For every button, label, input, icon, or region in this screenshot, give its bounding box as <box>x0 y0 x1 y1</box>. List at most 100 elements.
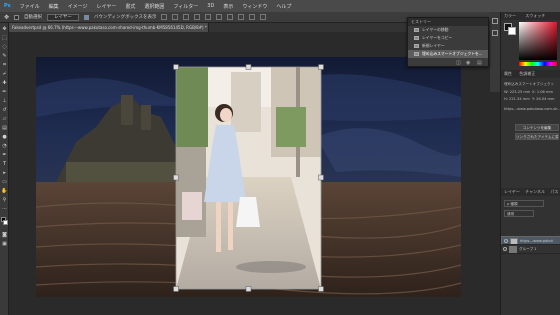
auto-select-dropdown[interactable]: レイヤー <box>47 13 79 21</box>
zoom-tool-icon[interactable]: ⚲ <box>1 196 8 203</box>
brush-tool-icon[interactable]: ✏ <box>1 88 8 95</box>
tab-paths[interactable]: パス <box>550 189 558 194</box>
tools-panel: ✥ ⬚ ◌ ✎ ⌗ ⌿ ✚ ✏ ⊥ ↺ ▱ ▤ ● ◔ ✒ T ▸ ▭ ✋ ⚲ … <box>0 23 9 315</box>
history-panel-icon[interactable] <box>492 18 498 24</box>
menu-edit[interactable]: 編集 <box>49 3 59 10</box>
menu-file[interactable]: ファイル <box>20 3 40 10</box>
align-right-icon[interactable] <box>216 14 223 20</box>
marquee-tool-icon[interactable]: ⬚ <box>1 34 8 41</box>
eye-icon[interactable] <box>504 239 508 243</box>
distribute-top-icon[interactable] <box>227 14 234 20</box>
properties-subtitle: 埋め込みスマートオブジェクト <box>504 82 555 86</box>
dodge-tool-icon[interactable]: ◔ <box>1 142 8 149</box>
tab-channels[interactable]: チャンネル <box>525 189 545 194</box>
town-wall <box>66 162 186 182</box>
type-tool-icon[interactable]: T <box>1 160 8 167</box>
menu-filter[interactable]: フィルター <box>173 3 198 10</box>
menu-bar: Ps ファイル 編集 イメージ レイヤー 書式 選択範囲 フィルター 3D 表示… <box>0 0 560 12</box>
eye-icon[interactable] <box>503 247 507 251</box>
eraser-tool-icon[interactable]: ▱ <box>1 115 8 122</box>
clone-stamp-tool-icon[interactable]: ⊥ <box>1 97 8 104</box>
ps-logo[interactable]: Ps <box>4 3 11 9</box>
crop-tool-icon[interactable]: ⌗ <box>1 61 8 68</box>
building <box>231 72 261 132</box>
width-field[interactable]: W: 223.25 mm <box>504 90 530 94</box>
trash-icon[interactable]: ▤ <box>477 60 482 66</box>
tab-adjustments[interactable]: 色調補正 <box>519 71 535 76</box>
quick-select-tool-icon[interactable]: ✎ <box>1 52 8 59</box>
menu-type[interactable]: 書式 <box>125 3 135 10</box>
linked-file-name: https---www.pakutaso.com-sh... <box>504 107 560 111</box>
menu-image[interactable]: イメージ <box>68 3 88 10</box>
document-tab[interactable]: Fakeadvertpsd @ 66.7% (https---www.pakut… <box>9 23 209 32</box>
convert-to-linked-button[interactable]: リンクされたアイテムに変換 <box>515 133 559 140</box>
menu-layer[interactable]: レイヤー <box>97 3 117 10</box>
align-middle-icon[interactable] <box>172 14 179 20</box>
girl-leg <box>216 202 221 252</box>
document-canvas[interactable] <box>36 57 461 297</box>
auto-select-checkbox[interactable] <box>14 14 20 20</box>
menu-help[interactable]: ヘルプ <box>276 3 291 10</box>
history-item[interactable]: レイヤーの移動 <box>408 26 488 34</box>
menu-window[interactable]: ウィンドウ <box>242 3 267 10</box>
placed-photo <box>176 67 321 289</box>
y-field[interactable]: Y: 26.04 mm <box>532 97 555 101</box>
layer-kind-filter[interactable]: ρ 種類 <box>504 200 544 207</box>
distribute-middle-icon[interactable] <box>238 14 245 20</box>
history-item[interactable]: レイヤーをコピー <box>408 34 488 42</box>
lasso-tool-icon[interactable]: ◌ <box>1 43 8 50</box>
eyedropper-tool-icon[interactable]: ⌿ <box>1 70 8 77</box>
hue-slider[interactable] <box>519 62 557 66</box>
distribute-bottom-icon[interactable] <box>249 14 256 20</box>
shadow <box>236 261 306 273</box>
gradient-tool-icon[interactable]: ▤ <box>1 124 8 131</box>
menu-view[interactable]: 表示 <box>223 3 233 10</box>
move-tool-icon[interactable]: ✥ <box>1 25 8 32</box>
color-background-swatch[interactable] <box>508 27 516 35</box>
tab-layers[interactable]: レイヤー <box>504 189 520 194</box>
tab-swatches[interactable]: スウォッチ <box>525 13 545 18</box>
auto-select-label: 自動選択 <box>24 15 43 20</box>
align-left-icon[interactable] <box>194 14 201 20</box>
plastic-bag <box>236 197 260 227</box>
history-state-icon <box>414 44 419 48</box>
menu-3d[interactable]: 3D <box>207 3 214 9</box>
background-color-swatch[interactable] <box>3 220 8 225</box>
color-picker-field[interactable] <box>519 22 557 60</box>
screen-mode-icon[interactable]: ▣ <box>1 240 8 247</box>
history-item[interactable]: 新規レイヤー <box>408 42 488 50</box>
move-tool-icon[interactable]: ✥ <box>4 14 9 21</box>
panel-icon-strip <box>490 12 500 92</box>
blend-mode-dropdown[interactable]: 通常 <box>504 210 534 217</box>
pen-tool-icon[interactable]: ✒ <box>1 151 8 158</box>
align-center-icon[interactable] <box>205 14 212 20</box>
shape-tool-icon[interactable]: ▭ <box>1 178 8 185</box>
color-panel-header: カラー スウォッチ <box>501 12 560 20</box>
hand-tool-icon[interactable]: ✋ <box>1 187 8 194</box>
x-field[interactable]: X: 1.06 mm <box>532 90 553 94</box>
blur-tool-icon[interactable]: ● <box>1 133 8 140</box>
history-item-active[interactable]: 埋め込みスマートオブジェクトを... <box>408 50 488 58</box>
align-bottom-icon[interactable] <box>183 14 190 20</box>
tab-properties[interactable]: 属性 <box>504 71 512 76</box>
history-state-icon <box>414 28 419 32</box>
more-tools-icon[interactable]: ⋯ <box>1 205 8 212</box>
healing-brush-tool-icon[interactable]: ✚ <box>1 79 8 86</box>
align-top-icon[interactable] <box>161 14 168 20</box>
layer-row-selected[interactable]: https---www.pakut <box>501 236 560 245</box>
camera-icon[interactable]: ◉ <box>466 60 470 66</box>
quick-mask-icon[interactable]: ◙ <box>1 231 8 238</box>
path-select-tool-icon[interactable]: ▸ <box>1 169 8 176</box>
history-panel-title[interactable]: ヒストリー <box>408 18 488 26</box>
edit-contents-button[interactable]: コンテンツを編集 <box>515 124 559 131</box>
height-field[interactable]: H: 221.34 mm <box>504 97 530 101</box>
tab-color[interactable]: カラー <box>504 13 516 18</box>
snapshot-icon[interactable]: ◫ <box>456 60 461 66</box>
distribute-left-icon[interactable] <box>260 14 267 20</box>
bounding-box-checkbox[interactable] <box>83 14 89 20</box>
menu-select[interactable]: 選択範囲 <box>144 3 164 10</box>
properties-panel-icon[interactable] <box>492 30 498 36</box>
history-brush-tool-icon[interactable]: ↺ <box>1 106 8 113</box>
layer-thumbnail <box>510 238 518 244</box>
layer-row[interactable]: グループ 1 <box>501 245 560 254</box>
